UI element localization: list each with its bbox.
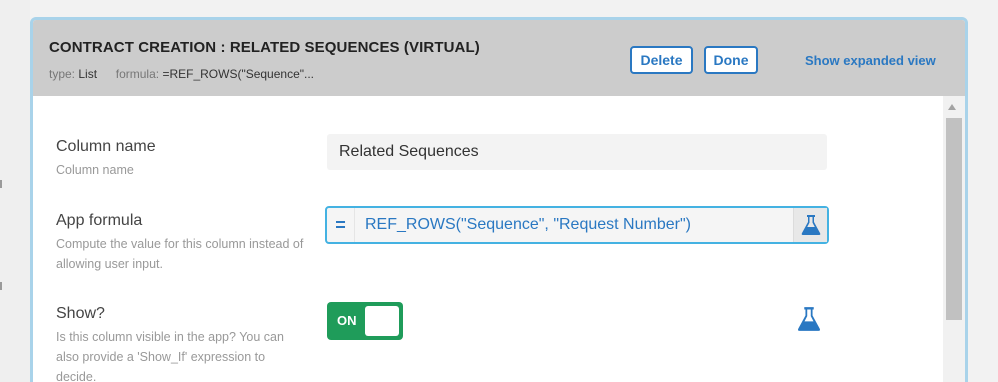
edge-tick (0, 180, 2, 188)
flask-icon-graphic (801, 215, 820, 235)
flask-icon[interactable] (793, 208, 827, 242)
flask-icon-graphic (797, 307, 821, 331)
toggle-knob (365, 306, 399, 336)
flask-icon[interactable] (797, 306, 821, 332)
column-name-label: Column name (56, 138, 156, 155)
column-summary: type: List formula: =REF_ROWS("Sequence"… (49, 67, 314, 81)
column-name-value: Related Sequences (339, 143, 479, 160)
show-toggle[interactable]: ON (327, 302, 403, 340)
app-formula-label: App formula (56, 212, 143, 229)
type-value: List (78, 67, 98, 81)
column-name-hint: Column name (56, 163, 134, 177)
delete-button[interactable]: Delete (630, 46, 693, 74)
done-button[interactable]: Done (704, 46, 758, 74)
formula-summary: =REF_ROWS("Sequence"... (162, 67, 315, 81)
equals-icon: = (327, 208, 355, 242)
app-formula-hint: Compute the value for this column instea… (56, 237, 304, 271)
edge-tick (0, 282, 2, 290)
background-window-edge (0, 0, 30, 382)
scroll-up-arrow-icon[interactable] (948, 104, 956, 110)
formula-label: formula: (115, 67, 160, 81)
app-formula-value: REF_ROWS("Sequence", "Request Number") (365, 216, 691, 233)
column-editor-panel: CONTRACT CREATION : RELATED SEQUENCES (V… (30, 17, 968, 382)
panel-header: CONTRACT CREATION : RELATED SEQUENCES (V… (33, 20, 965, 96)
show-expanded-view-link[interactable]: Show expanded view (805, 53, 936, 68)
show-label: Show? (56, 305, 105, 322)
app-formula-input[interactable]: = REF_ROWS("Sequence", "Request Number") (325, 206, 829, 244)
type-label: type: (49, 67, 76, 81)
vertical-scrollbar[interactable] (943, 96, 965, 382)
column-name-input[interactable]: Related Sequences (327, 134, 827, 170)
panel-title: CONTRACT CREATION : RELATED SEQUENCES (V… (49, 39, 480, 56)
scrollbar-thumb[interactable] (946, 118, 962, 320)
toggle-on-label: ON (337, 313, 357, 328)
show-hint: Is this column visible in the app? You c… (56, 330, 284, 382)
